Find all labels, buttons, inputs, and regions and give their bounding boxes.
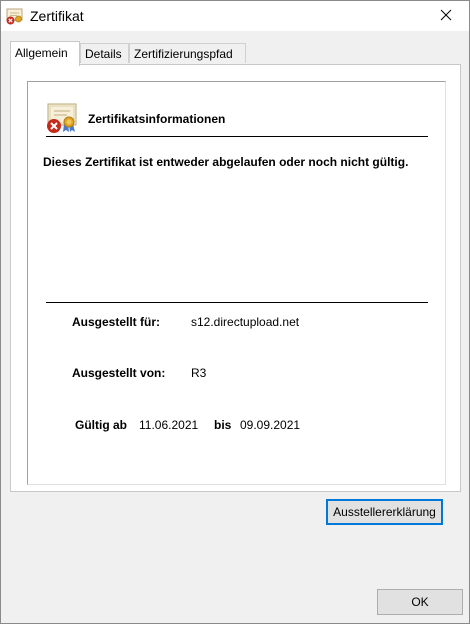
certificate-info-box: Zertifikatsinformationen Dieses Zertifik… [27, 81, 446, 485]
valid-to-value: 09.09.2021 [240, 418, 301, 432]
tab-panel-allgemein: Zertifikatsinformationen Dieses Zertifik… [10, 64, 461, 492]
divider [46, 136, 428, 137]
tab-zertifizierungspfad[interactable]: Zertifizierungspfad [129, 43, 246, 63]
valid-to-label: bis [214, 418, 232, 432]
window-title: Zertifikat [30, 8, 84, 24]
certificate-dialog: Zertifikat Allgemein Details Zertifizier… [0, 0, 470, 624]
info-heading: Zertifikatsinformationen [88, 112, 226, 126]
issued-by-value: R3 [191, 366, 207, 380]
issued-by-label: Ausgestellt von: [72, 366, 166, 380]
close-icon [440, 9, 452, 24]
tab-allgemein[interactable]: Allgemein [10, 41, 80, 66]
valid-from-value: 11.06.2021 [139, 418, 199, 432]
divider [46, 302, 428, 303]
tab-details[interactable]: Details [80, 43, 129, 63]
certificate-error-icon [45, 102, 79, 134]
validity-warning: Dieses Zertifikat ist entweder abgelaufe… [43, 155, 409, 169]
close-button[interactable] [423, 1, 469, 31]
issued-to-label: Ausgestellt für: [72, 315, 161, 329]
title-bar[interactable]: Zertifikat [1, 1, 469, 31]
certificate-error-icon [6, 7, 24, 25]
valid-from-label: Gültig ab [75, 418, 127, 432]
ok-button[interactable]: OK [377, 589, 463, 615]
issued-to-value: s12.directupload.net [191, 315, 300, 329]
issuer-statement-button[interactable]: Ausstellererklärung [326, 499, 443, 525]
